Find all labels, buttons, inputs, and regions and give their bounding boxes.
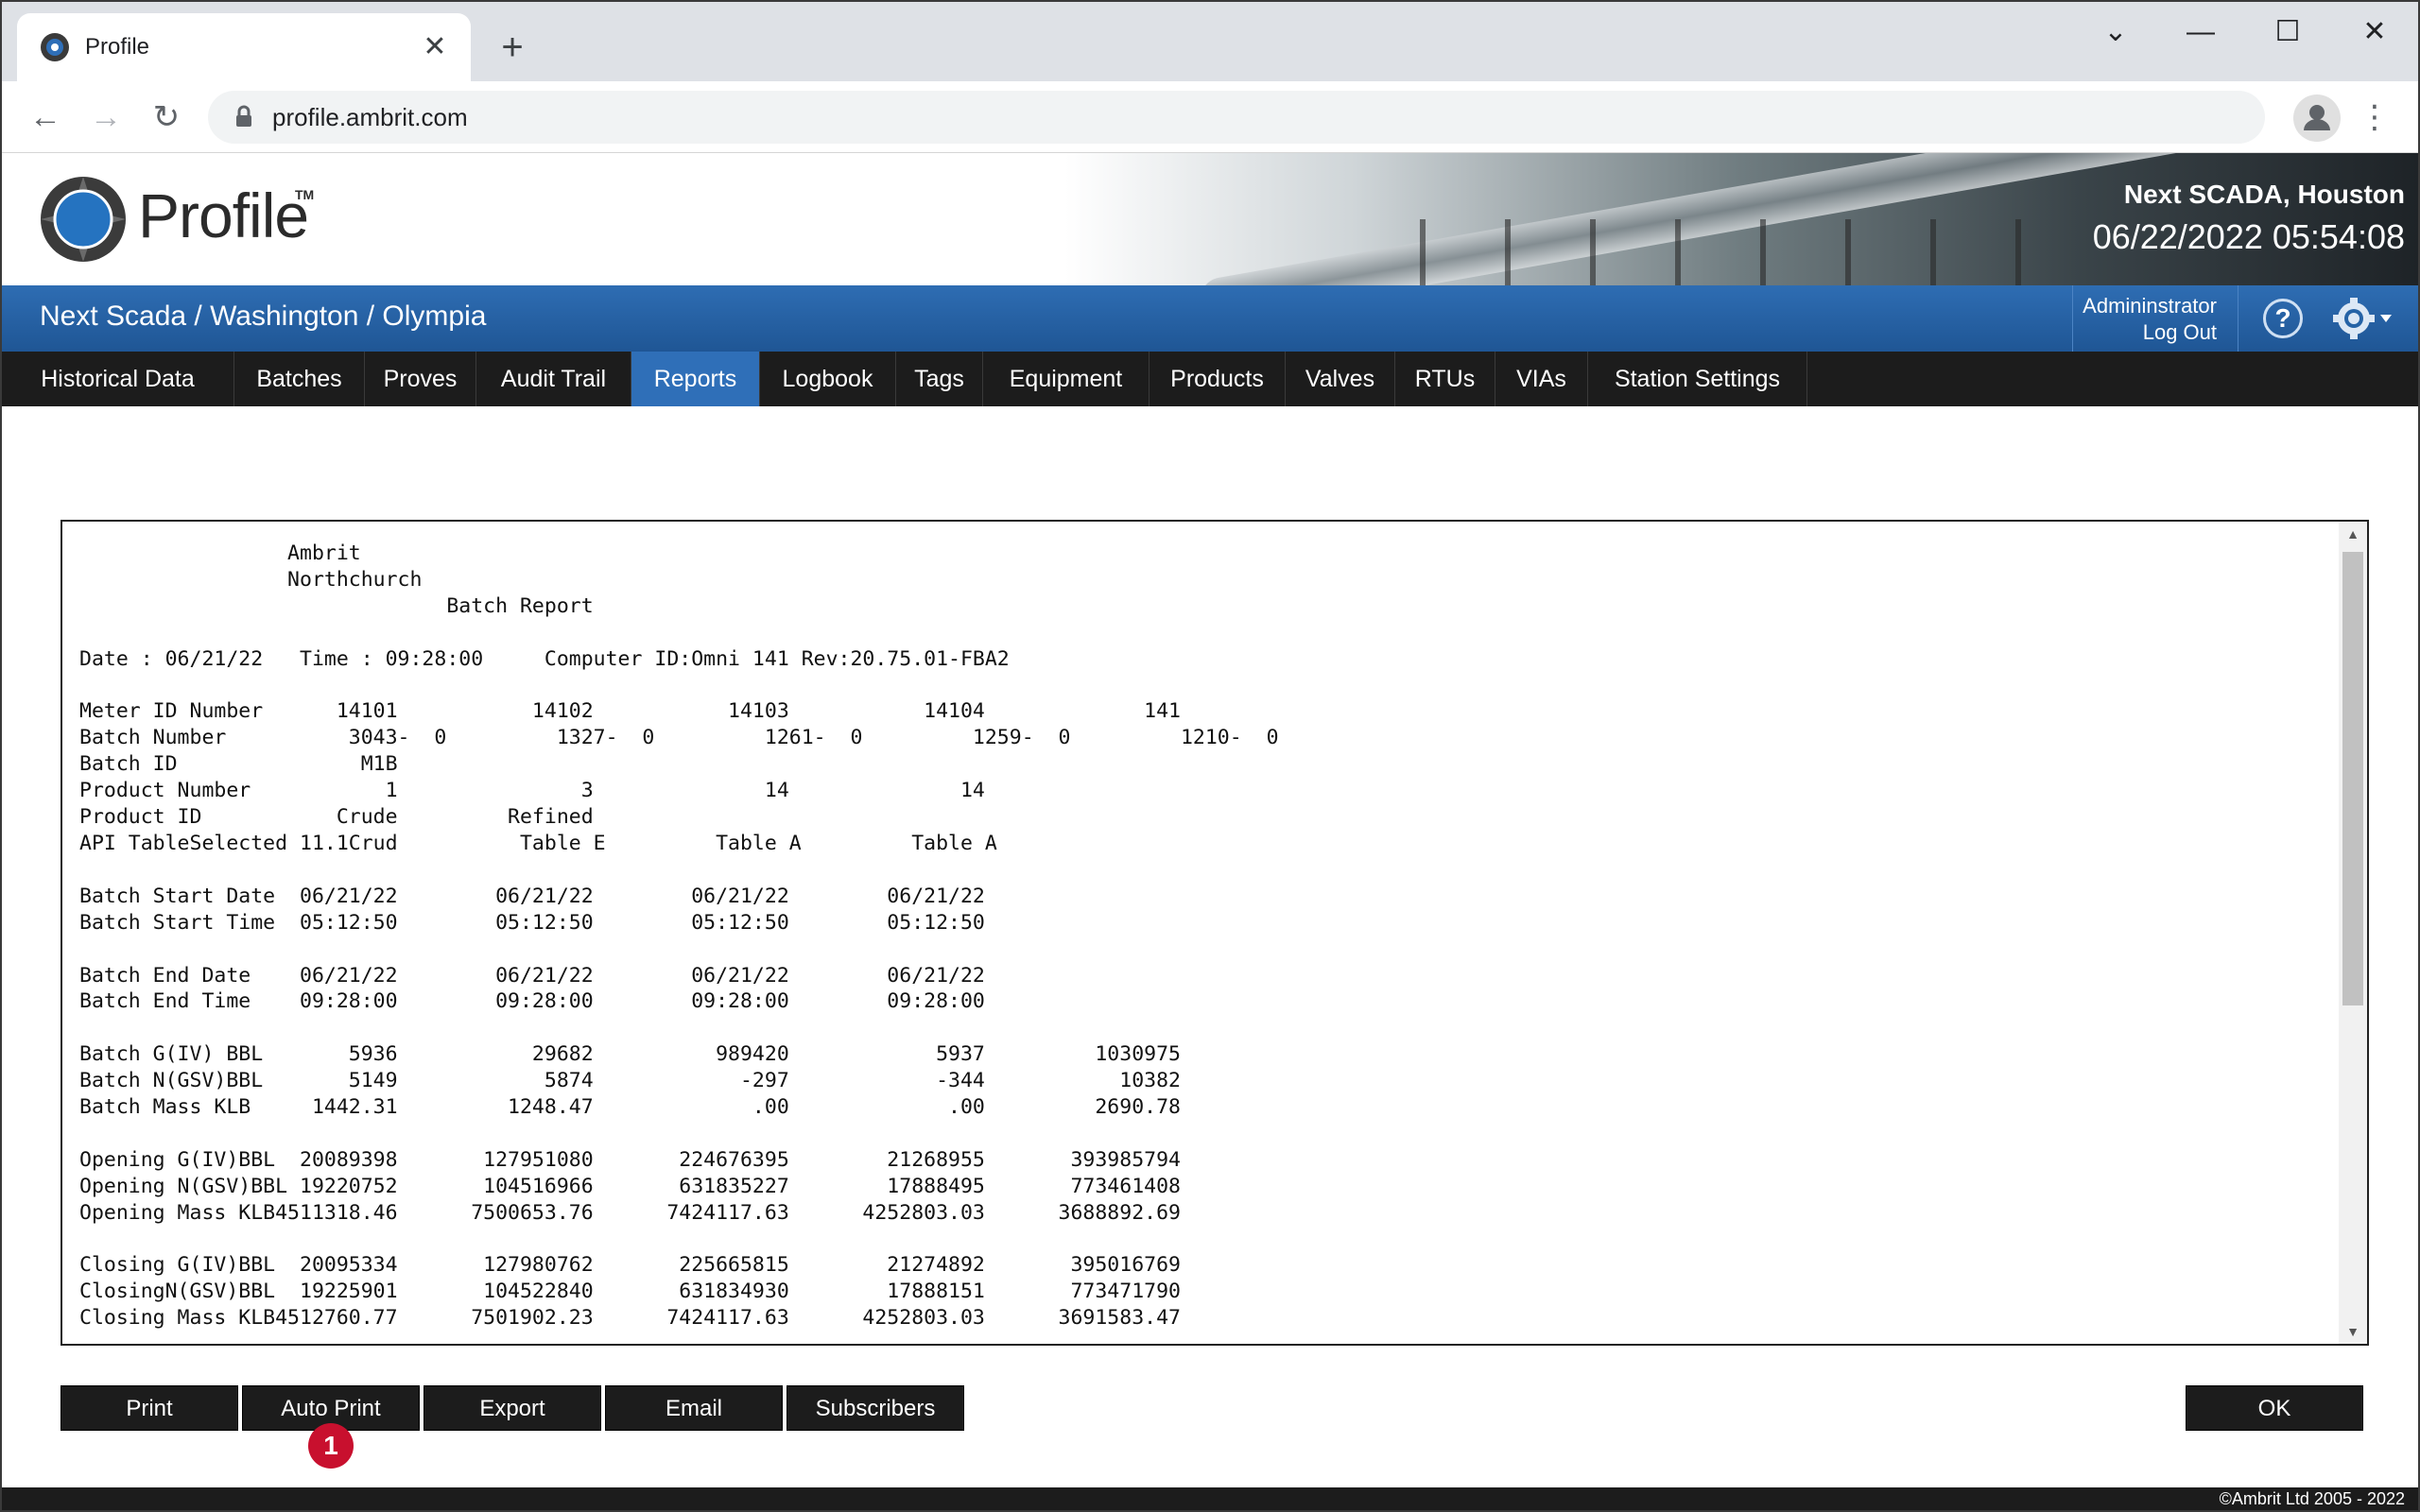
url-text: profile.ambrit.com <box>272 103 468 131</box>
browser-tabstrip: Profile ✕ + ⌄ — ☐ ✕ <box>2 2 2418 81</box>
nav-batches[interactable]: Batches <box>234 352 365 406</box>
gear-icon[interactable] <box>2329 297 2395 340</box>
report-scrollbar[interactable]: ▲ ▼ <box>2339 522 2367 1344</box>
report-viewer[interactable]: Ambrit Northchurch Batch Report Date : 0… <box>60 520 2369 1346</box>
print-button[interactable]: Print <box>60 1385 238 1431</box>
report-line: Opening N(GSV)BBL 19220752 104516966 631… <box>79 1174 1181 1198</box>
email-button[interactable]: Email <box>605 1385 783 1431</box>
export-button[interactable]: Export <box>424 1385 601 1431</box>
maximize-icon[interactable]: ☐ <box>2259 9 2316 55</box>
report-line <box>79 673 2329 699</box>
nav-proves[interactable]: Proves <box>365 352 476 406</box>
browser-toolbar: ← → ↻ profile.ambrit.com ⋮ <box>2 81 2418 153</box>
report-line <box>79 1227 2329 1253</box>
report-line: Meter ID Number 14101 14102 14103 14104 … <box>79 699 1181 724</box>
report-line: Closing G(IV)BBL 20095334 127980762 2256… <box>79 1253 1181 1278</box>
report-line: Batch Start Date 06/21/22 06/21/22 06/21… <box>79 884 985 908</box>
logo-trademark: TM <box>295 187 315 202</box>
address-bar[interactable]: profile.ambrit.com <box>208 91 2265 144</box>
nav-rtus[interactable]: RTUs <box>1395 352 1495 406</box>
report-line: Batch Mass KLB 1442.31 1248.47 .00 .00 2… <box>79 1095 1181 1120</box>
report-line: Batch G(IV) BBL 5936 29682 989420 5937 1… <box>79 1042 1181 1067</box>
user-name: Admininstrator <box>2083 294 2217 318</box>
report-line: Batch Number 3043- 0 1327- 0 1261- 0 125… <box>79 726 1279 750</box>
scroll-down-arrow-icon[interactable]: ▼ <box>2339 1319 2367 1344</box>
browser-menu-icon[interactable]: ⋮ <box>2356 93 2394 142</box>
site-name: Next SCADA, Houston <box>2123 180 2405 209</box>
report-line: Batch Report <box>79 593 594 618</box>
user-box: Admininstrator Log Out <box>2072 285 2238 352</box>
report-line <box>79 857 2329 884</box>
report-line: Batch N(GSV)BBL 5149 5874 -297 -344 1038… <box>79 1069 1181 1093</box>
breadcrumb: Next Scada / Washington / Olympia <box>40 301 487 332</box>
tab-close-icon[interactable]: ✕ <box>416 28 454 66</box>
batch-report-text: Ambrit Northchurch Batch Report Date : 0… <box>79 541 2329 1332</box>
account-avatar-icon[interactable] <box>2293 94 2341 142</box>
copyright-text: ©Ambrit Ltd 2005 - 2022 <box>2219 1489 2405 1508</box>
ok-button[interactable]: OK <box>2186 1385 2363 1431</box>
report-line: Batch ID M1B <box>79 752 398 777</box>
footer: ©Ambrit Ltd 2005 - 2022 <box>2 1487 2418 1510</box>
report-line: Ambrit <box>79 541 361 565</box>
reload-icon[interactable]: ↻ <box>142 93 191 142</box>
location-bar: Next Scada / Washington / Olympia Admini… <box>2 285 2418 352</box>
scroll-thumb[interactable] <box>2342 552 2363 1005</box>
subscribers-button[interactable]: Subscribers <box>786 1385 964 1431</box>
report-line: Opening G(IV)BBL 20089398 127951080 2246… <box>79 1147 1181 1172</box>
tab-search-icon[interactable]: ⌄ <box>2087 9 2144 55</box>
report-line: Northchurch <box>79 567 423 592</box>
lock-icon <box>236 105 251 127</box>
nav-audit-trail[interactable]: Audit Trail <box>476 352 631 406</box>
report-line: Product Number 1 3 14 14 <box>79 779 985 803</box>
step-badge: 1 <box>308 1423 354 1469</box>
report-line: Closing Mass KLB4512760.77 7501902.23 74… <box>79 1306 1181 1331</box>
report-line: Batch End Time 09:28:00 09:28:00 09:28:0… <box>79 989 985 1014</box>
logo-text: Profile <box>138 180 309 250</box>
report-line: Date : 06/21/22 Time : 09:28:00 Computer… <box>79 646 1010 671</box>
browser-tab[interactable]: Profile ✕ <box>17 13 471 81</box>
logout-link[interactable]: Log Out <box>2073 319 2217 346</box>
nav-equipment[interactable]: Equipment <box>983 352 1150 406</box>
report-line: ClosingN(GSV)BBL 19225901 104522840 6318… <box>79 1280 1181 1304</box>
minimize-icon[interactable]: — <box>2172 9 2229 55</box>
help-icon[interactable]: ? <box>2263 299 2303 338</box>
report-line <box>79 1015 2329 1041</box>
new-tab-button[interactable]: + <box>490 26 535 72</box>
scroll-up-arrow-icon[interactable]: ▲ <box>2339 522 2367 546</box>
report-line: Opening Mass KLB4511318.46 7500653.76 74… <box>79 1200 1181 1225</box>
main-nav: Historical Data Batches Proves Audit Tra… <box>2 352 2418 406</box>
nav-products[interactable]: Products <box>1150 352 1286 406</box>
site-clock: 06/22/2022 05:54:08 <box>2092 217 2405 256</box>
report-line: Product ID Crude Refined <box>79 805 594 830</box>
report-line: API TableSelected 11.1Crud Table E Table… <box>79 831 997 855</box>
report-line: Batch End Date 06/21/22 06/21/22 06/21/2… <box>79 963 985 988</box>
profile-logo-icon <box>41 177 126 262</box>
nav-historical-data[interactable]: Historical Data <box>2 352 234 406</box>
tab-title: Profile <box>85 34 150 60</box>
pipeline-supports-image <box>1420 219 2082 285</box>
report-line <box>79 620 2329 646</box>
app-header-banner: Profile TM Next SCADA, Houston 06/22/202… <box>2 153 2418 285</box>
back-arrow-icon[interactable]: ← <box>21 93 70 142</box>
nav-vias[interactable]: VIAs <box>1495 352 1588 406</box>
report-line: Batch Start Time 05:12:50 05:12:50 05:12… <box>79 910 985 935</box>
report-line <box>79 1121 2329 1147</box>
nav-station-settings[interactable]: Station Settings <box>1588 352 1807 406</box>
nav-reports[interactable]: Reports <box>631 352 760 406</box>
report-line <box>79 936 2329 963</box>
nav-logbook[interactable]: Logbook <box>760 352 896 406</box>
profile-favicon-icon <box>41 33 69 61</box>
forward-arrow-icon[interactable]: → <box>81 93 130 142</box>
nav-valves[interactable]: Valves <box>1286 352 1395 406</box>
nav-tags[interactable]: Tags <box>896 352 983 406</box>
window-close-icon[interactable]: ✕ <box>2346 9 2403 55</box>
